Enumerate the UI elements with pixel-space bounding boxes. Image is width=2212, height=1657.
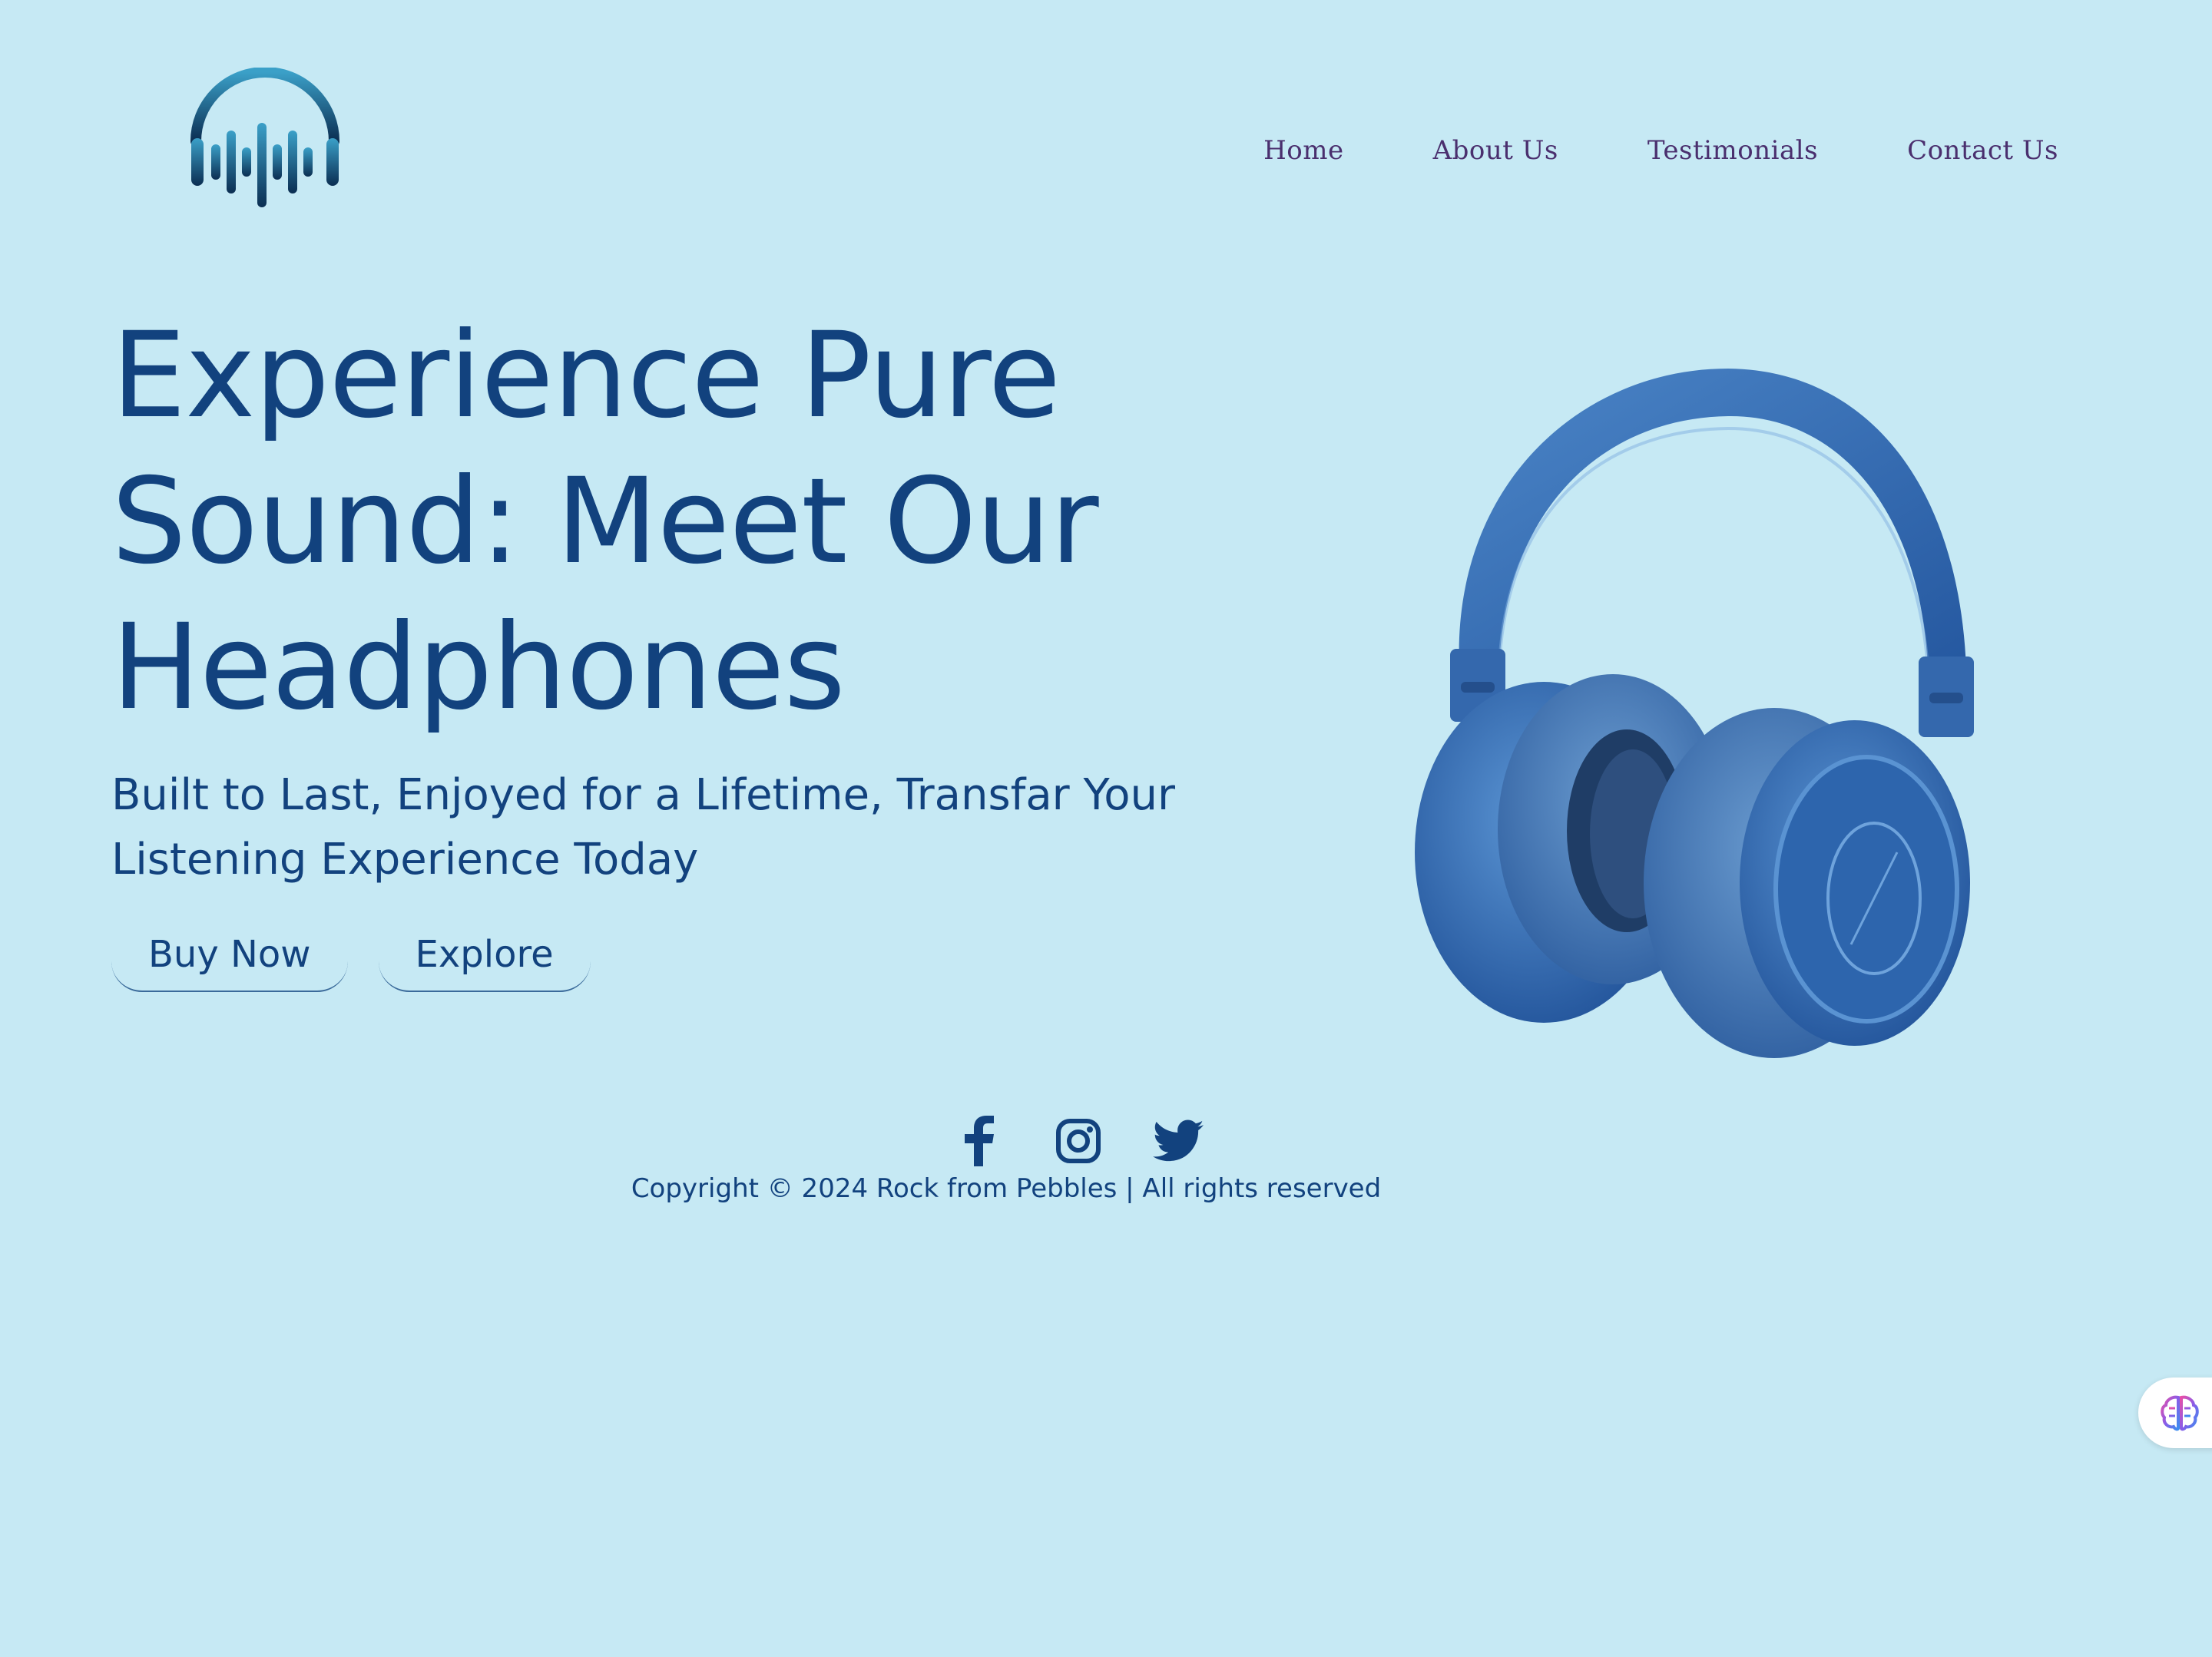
assistant-button[interactable] <box>2138 1378 2212 1448</box>
explore-button[interactable]: Explore <box>378 918 591 992</box>
blue-headphones-image <box>1406 361 1989 1060</box>
hero-subtitle-line: Built to Last, Enjoyed for a Lifetime, T… <box>111 770 1176 820</box>
hero-title-line: Headphones <box>111 599 846 736</box>
main-nav: Home About Us Testimonials Contact Us <box>1263 135 2058 166</box>
hero-title: Experience Pure Sound: Meet Our Headphon… <box>111 303 1248 741</box>
twitter-icon[interactable] <box>1151 1113 1206 1169</box>
nav-home[interactable]: Home <box>1263 135 1343 166</box>
headphones-logo-icon[interactable] <box>188 67 342 209</box>
nav-testimonials[interactable]: Testimonials <box>1647 135 1818 166</box>
landing-page: Home About Us Testimonials Contact Us Ex… <box>0 0 2212 1657</box>
instagram-icon[interactable] <box>1051 1113 1106 1169</box>
brain-icon <box>2161 1395 2199 1431</box>
buy-now-button[interactable]: Buy Now <box>111 918 348 992</box>
nav-contact-us[interactable]: Contact Us <box>1907 135 2058 166</box>
hero-title-line: Experience Pure <box>111 307 1061 445</box>
copyright-text: Copyright © 2024 Rock from Pebbles | All… <box>631 1173 1382 1204</box>
hero-title-line: Sound: Meet Our <box>111 453 1099 590</box>
social-links <box>951 1113 1206 1169</box>
hero-subtitle: Built to Last, Enjoyed for a Lifetime, T… <box>111 763 1263 892</box>
nav-about-us[interactable]: About Us <box>1433 135 1558 166</box>
facebook-icon[interactable] <box>951 1113 1006 1169</box>
hero-buttons: Buy Now Explore <box>111 918 591 992</box>
hero-subtitle-line: Listening Experience Today <box>111 835 699 885</box>
